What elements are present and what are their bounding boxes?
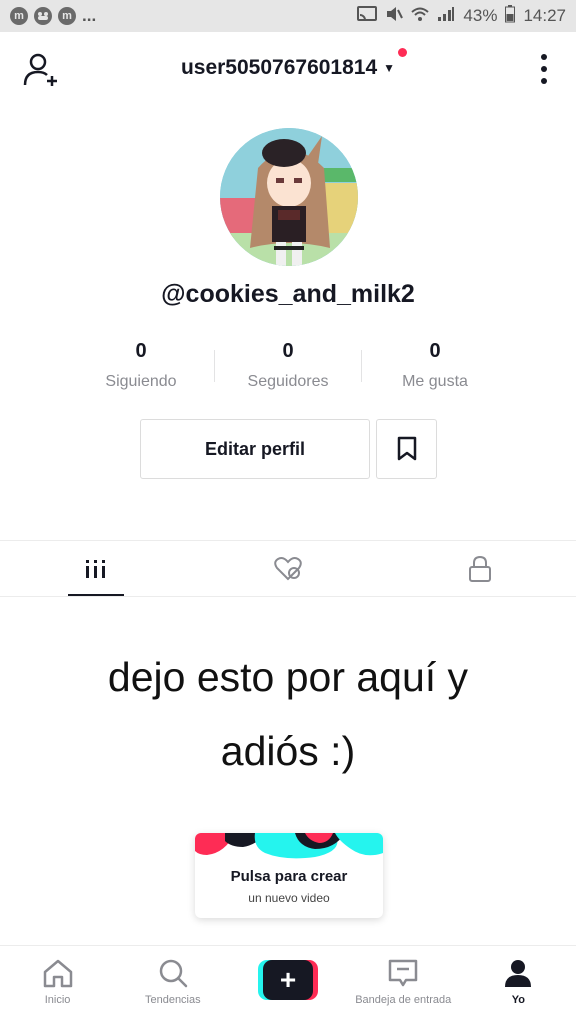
followers-count: 0 xyxy=(282,340,294,362)
more-dot xyxy=(541,78,547,84)
username: user5050767601814 xyxy=(180,56,378,79)
stat-likes[interactable]: 0 Me gusta xyxy=(362,340,508,391)
bookmark-icon xyxy=(397,436,416,461)
app-notification-icon xyxy=(34,7,52,25)
caption-line-1: dejo esto por aquí y xyxy=(107,654,469,700)
app-notification-icon: m xyxy=(10,7,28,25)
decorative-banner xyxy=(195,833,383,863)
profile-header: user5050767601814 ▼ xyxy=(0,32,576,104)
nav-profile-label: Yo xyxy=(511,994,526,1006)
likes-count: 0 xyxy=(429,340,441,362)
cast-icon xyxy=(357,5,378,27)
more-dot xyxy=(541,66,547,72)
create-card-subtitle: un nuevo video xyxy=(248,891,330,905)
battery-percent: 43% xyxy=(463,6,498,25)
stat-following[interactable]: 0 Siguiendo xyxy=(68,340,215,391)
nav-home[interactable]: Inicio xyxy=(0,946,115,1006)
nav-discover[interactable]: Tendencias xyxy=(115,946,230,1006)
following-count: 0 xyxy=(135,340,147,362)
clock: 14:27 xyxy=(523,6,566,25)
inbox-icon xyxy=(388,959,418,987)
create-card-title: Pulsa para crear xyxy=(230,868,348,885)
nav-home-label: Inicio xyxy=(44,994,71,1006)
status-bar-right: 43% 14:27 xyxy=(357,4,566,28)
mute-icon xyxy=(385,6,404,27)
profile-screen: m m ... 43% 14:27 user5050767601814 ▼ @c… xyxy=(0,0,576,1024)
avatar-image xyxy=(220,128,358,266)
nav-inbox-label: Bandeja de entrada xyxy=(355,994,452,1006)
tab-videos[interactable] xyxy=(0,541,192,597)
nav-inbox[interactable]: Bandeja de entrada xyxy=(346,946,461,1006)
battery-icon xyxy=(505,4,516,28)
divider xyxy=(0,596,576,597)
add-friend-button[interactable] xyxy=(22,52,62,88)
favorites-button[interactable] xyxy=(376,419,437,479)
profile-handle: @cookies_and_milk2 xyxy=(161,280,415,308)
caption-line-2: adiós :) xyxy=(220,728,356,774)
tab-liked[interactable] xyxy=(192,541,384,597)
create-button[interactable]: + xyxy=(258,960,318,1000)
bottom-navigation: Inicio Tendencias + Bandeja de entrada Y… xyxy=(0,945,576,1024)
lock-icon xyxy=(469,555,491,582)
home-icon xyxy=(43,959,72,988)
notification-dot xyxy=(398,48,408,57)
signal-icon xyxy=(437,6,455,27)
content-tabs xyxy=(0,541,576,597)
add-user-icon xyxy=(23,53,57,86)
tab-private[interactable] xyxy=(384,541,576,597)
overlay-caption: dejo esto por aquí y adiós :) xyxy=(20,640,556,788)
nav-profile[interactable]: Yo xyxy=(461,946,576,1006)
more-options-button[interactable] xyxy=(538,54,550,84)
more-dot xyxy=(541,54,547,60)
profile-icon xyxy=(505,960,532,987)
following-label: Siguiendo xyxy=(105,373,177,390)
status-bar: m m ... 43% 14:27 xyxy=(0,0,576,32)
hidden-heart-icon xyxy=(274,557,302,581)
create-video-card[interactable]: Pulsa para crear un nuevo video xyxy=(195,833,383,918)
followers-label: Seguidores xyxy=(247,373,329,390)
likes-label: Me gusta xyxy=(402,373,468,390)
stat-followers[interactable]: 0 Seguidores xyxy=(215,340,362,391)
account-switcher[interactable]: user5050767601814 ▼ xyxy=(180,48,408,80)
status-bar-left: m m ... xyxy=(10,6,96,26)
profile-stats: 0 Siguiendo 0 Seguidores 0 Me gusta xyxy=(68,340,508,391)
app-notification-icon: m xyxy=(58,7,76,25)
more-notifications-text: ... xyxy=(82,6,97,25)
chevron-down-icon: ▼ xyxy=(383,61,396,75)
nav-create[interactable]: + xyxy=(230,946,345,1000)
profile-avatar[interactable] xyxy=(220,128,358,266)
plus-icon: + xyxy=(263,960,313,1000)
edit-profile-button[interactable]: Editar perfil xyxy=(140,419,370,479)
wifi-icon xyxy=(411,6,430,27)
nav-discover-label: Tendencias xyxy=(144,994,201,1006)
grid-icon xyxy=(86,560,105,578)
search-icon xyxy=(159,959,188,988)
